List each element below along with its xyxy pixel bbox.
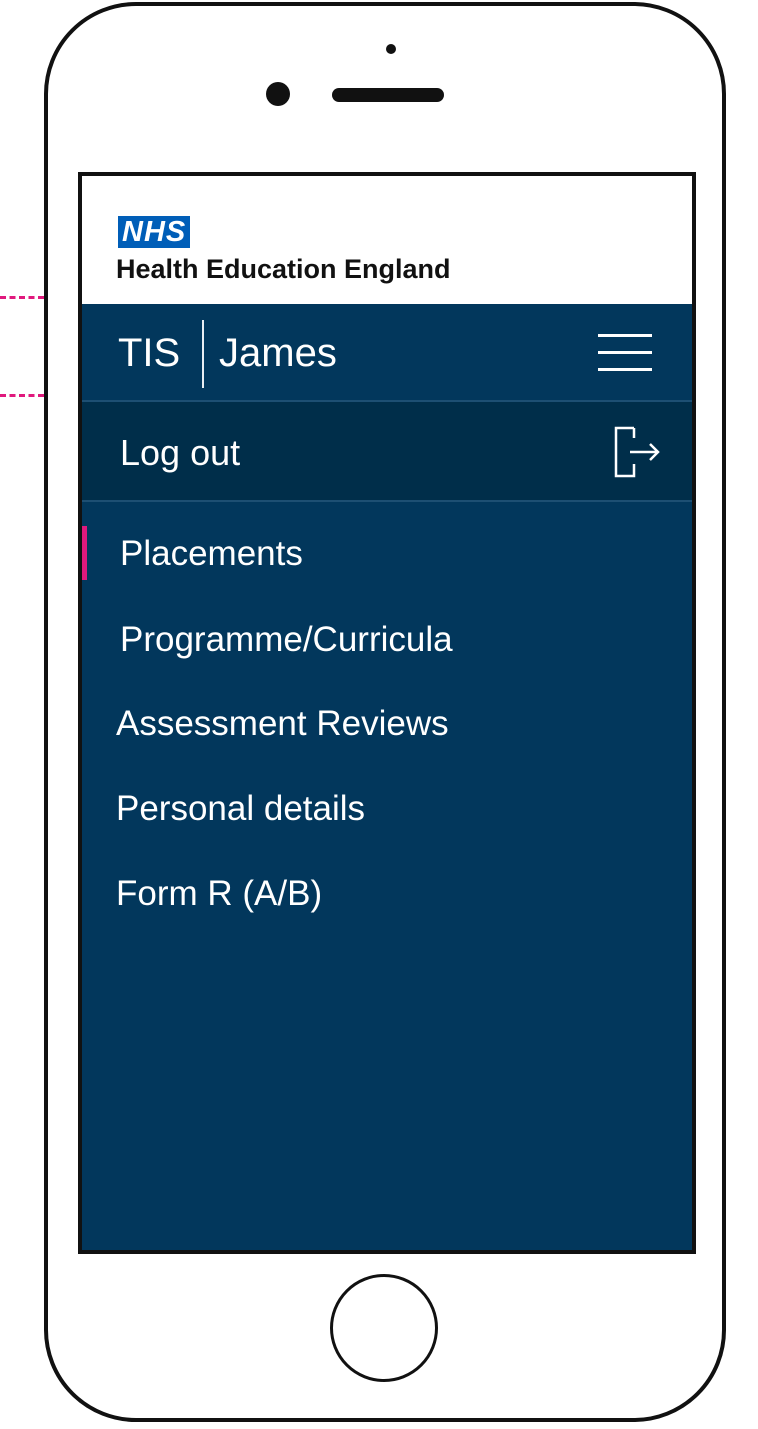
logout-icon (614, 426, 660, 478)
brand-header: NHS Health Education England (82, 176, 692, 304)
nav-item-label: Placements (120, 534, 303, 573)
nav-item-label: Personal details (116, 789, 366, 828)
annotation-dashed-line-bottom (0, 394, 44, 397)
logout-label: Log out (120, 432, 241, 473)
sensor-dot (266, 82, 290, 106)
speaker-grille (332, 88, 444, 102)
nav-item-placements[interactable]: Placements (82, 526, 692, 580)
hamburger-menu-icon[interactable] (598, 334, 654, 374)
nav-item-personal-details[interactable]: Personal details (82, 781, 692, 835)
phone-frame: NHS Health Education England TIS James L… (44, 2, 726, 1422)
home-button[interactable] (330, 1274, 438, 1382)
nav-item-assessment-reviews[interactable]: Assessment Reviews (82, 696, 692, 750)
app-bar: TIS James (82, 304, 692, 402)
mockup-stage: NHS Health Education England TIS James L… (0, 0, 758, 1429)
nav-item-form-r[interactable]: Form R (A/B) (82, 866, 692, 920)
nhs-logo: NHS (118, 216, 191, 248)
nav-item-programme-curricula[interactable]: Programme/Curricula (82, 612, 692, 666)
logout-button[interactable]: Log out (82, 402, 692, 502)
app-title-divider (202, 320, 204, 388)
active-indicator (82, 526, 87, 580)
menu-line (598, 334, 652, 337)
nav-item-label: Form R (A/B) (116, 874, 323, 913)
user-name: James (219, 331, 337, 375)
app-title: TIS (118, 331, 181, 375)
menu-line (598, 351, 652, 354)
nav-item-label: Assessment Reviews (116, 704, 449, 743)
camera-dot (386, 44, 396, 54)
annotation-dashed-line-top (0, 296, 44, 299)
org-name: Health Education England (116, 254, 451, 284)
phone-screen: NHS Health Education England TIS James L… (78, 172, 696, 1254)
nav-item-label: Programme/Curricula (120, 620, 453, 659)
menu-line (598, 368, 652, 371)
